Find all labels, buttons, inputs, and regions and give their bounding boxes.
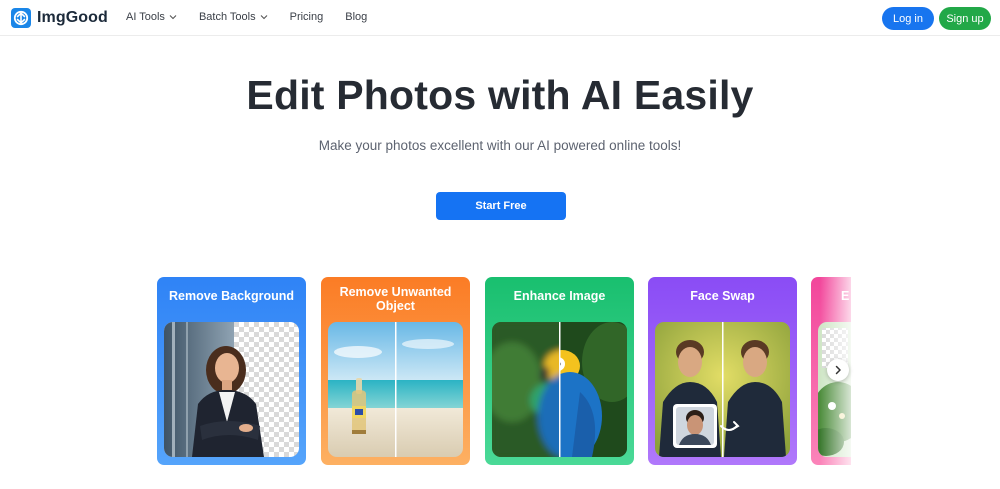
nav-item-ai-tools[interactable]: AI Tools: [126, 11, 177, 23]
carousel-next-button[interactable]: [827, 359, 849, 381]
tool-card-image: [492, 322, 627, 457]
tool-card-title: Remove Background: [168, 289, 295, 303]
tool-card-image: [164, 322, 299, 457]
tool-card-image: [655, 322, 790, 457]
hero-subtitle: Make your photos excellent with our AI p…: [318, 138, 682, 153]
nav-item-blog[interactable]: Blog: [345, 11, 367, 23]
tool-card-enhance-image[interactable]: Enhance Image: [485, 277, 634, 465]
tool-card-title: Remove Unwanted Object: [339, 285, 452, 313]
nav-item-label: Pricing: [289, 11, 324, 23]
tool-card-title: Face Swap: [690, 289, 755, 303]
chevron-down-icon: [260, 13, 268, 21]
hero-title: Edit Photos with AI Easily: [246, 72, 754, 118]
tool-card-title: E: [841, 289, 850, 303]
tool-card-remove-unwanted-object[interactable]: Remove Unwanted Object: [321, 277, 470, 465]
brand-logo-link[interactable]: ImgGood: [11, 8, 108, 28]
chevron-down-icon: [169, 13, 177, 21]
tool-card-image: [328, 322, 463, 457]
nav-item-batch-tools[interactable]: Batch Tools: [199, 11, 268, 23]
nav-item-label: Batch Tools: [198, 11, 256, 23]
tool-card-remove-background[interactable]: Remove Background: [157, 277, 306, 465]
tool-card-face-swap[interactable]: Face Swap: [648, 277, 797, 465]
nav-item-label: AI Tools: [126, 11, 165, 23]
top-navbar: ImgGood AI Tools Batch Tools Pricing Blo…: [0, 0, 1000, 36]
signup-button[interactable]: Sign up: [939, 7, 991, 30]
imggood-logo-icon: [11, 8, 31, 28]
chevron-right-icon: [833, 365, 843, 375]
tool-card-image: [818, 322, 851, 457]
login-button[interactable]: Log in: [882, 7, 934, 30]
nav-item-label: Blog: [345, 11, 368, 23]
tools-carousel: Remove Background Remove Unwanted Object…: [157, 277, 851, 465]
tool-card-title: Enhance Image: [513, 289, 606, 303]
nav-item-pricing[interactable]: Pricing: [290, 11, 324, 23]
start-free-button[interactable]: Start Free: [436, 192, 566, 220]
brand-name: ImgGood: [37, 9, 108, 26]
main-nav: AI Tools Batch Tools Pricing Blog: [126, 11, 367, 23]
